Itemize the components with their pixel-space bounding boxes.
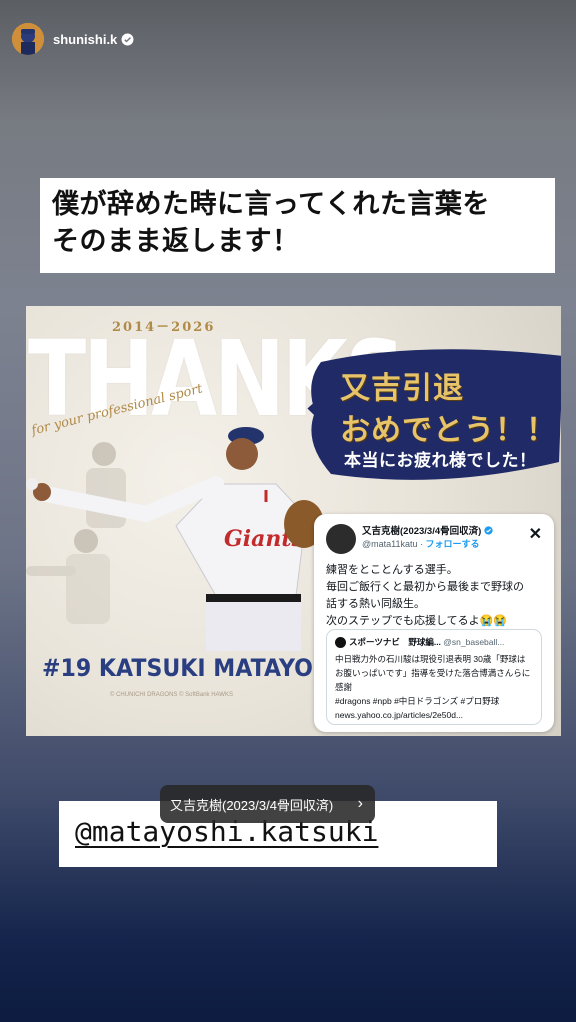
avatar-icon bbox=[12, 23, 44, 55]
tweet-follow-link: フォローする bbox=[425, 539, 480, 549]
quoted-tweet: スポーツナビ 野球編... @sn_baseball... 中日戦力外の石川駿は… bbox=[326, 629, 542, 725]
profile-link-label[interactable]: 又吉克樹(2023/3/4骨回収済) bbox=[170, 795, 333, 814]
quoted-tweet-author: スポーツナビ 野球編... @sn_baseball... bbox=[349, 636, 504, 648]
tweet-avatar bbox=[326, 524, 356, 554]
caption-text-box: 僕が辞めた時に言ってくれた言葉を そのまま返します！ bbox=[40, 178, 555, 273]
quoted-tweet-line: news.yahoo.co.jp/articles/2e50d... bbox=[335, 710, 464, 720]
story-view: shunishi.k 僕が辞めた時に言ってくれた言葉を そのまま返します！ 20… bbox=[0, 0, 576, 1022]
tweet-author-name: 又吉克樹(2023/3/4骨回収済) bbox=[362, 523, 493, 537]
verified-badge-icon bbox=[121, 33, 134, 45]
player-name: #19 KATSUKI MATAYOSHI bbox=[42, 654, 356, 682]
profile-link-tooltip[interactable]: 又吉克樹(2023/3/4骨回収済) › bbox=[160, 785, 375, 823]
quoted-tweet-name: スポーツナビ 野球編... bbox=[349, 637, 441, 647]
avatar[interactable] bbox=[12, 23, 44, 55]
quoted-tweet-line: 感謝 bbox=[335, 682, 353, 692]
username[interactable]: shunishi.k bbox=[53, 32, 117, 47]
quoted-tweet-handle: @sn_baseball... bbox=[443, 637, 505, 647]
tweet-body-line: 練習をとことんする選手。 bbox=[326, 564, 458, 576]
x-logo-icon: ✕ bbox=[528, 526, 542, 543]
quoted-tweet-line: #dragons #npb #中日ドラゴンズ #プロ野球 bbox=[335, 696, 500, 706]
thanks-message: 本当にお疲れ様でした！ bbox=[344, 451, 537, 471]
caption-line-2: そのまま返します！ bbox=[52, 226, 300, 257]
tweet-body-line: 毎回ご飯行くと最初から最後まで野球の bbox=[326, 581, 524, 593]
retirement-graphic: 2014－2026 THANKS for your professional s… bbox=[26, 306, 561, 736]
caption-line-1: 僕が辞めた時に言ってくれた言葉を bbox=[52, 189, 490, 220]
tweet-author-name-text: 又吉克樹(2023/3/4骨回収済) bbox=[362, 526, 482, 537]
player-photo: Giants bbox=[26, 427, 324, 651]
quoted-tweet-body: 中日戦力外の石川駿は現役引退表明 30歳「野球は お腹いっぱいです」指導を受けた… bbox=[335, 652, 530, 722]
quoted-tweet-avatar bbox=[335, 637, 346, 648]
embedded-tweet: 又吉克樹(2023/3/4骨回収済) @mata11katu · フォローする … bbox=[314, 514, 554, 732]
tweet-body: 練習をとことんする選手。 毎回ご飯行くと最初から最後まで野球の 話する熱い同級生… bbox=[326, 562, 524, 630]
story-header: shunishi.k bbox=[12, 22, 134, 56]
congrats-heading: 又吉引退 おめでとう！！ bbox=[340, 368, 557, 452]
quoted-tweet-line: お腹いっぱいです」指導を受けた落合博満さんらに bbox=[335, 668, 531, 678]
chevron-right-icon: › bbox=[357, 795, 363, 812]
tweet-body-line: 話する熱い同級生。 bbox=[326, 598, 425, 610]
tweet-handle-row: @mata11katu · フォローする bbox=[362, 539, 480, 549]
photo-credits: © CHUNICHI DRAGONS © SoftBank HAWKS bbox=[110, 692, 233, 698]
congrats-line-1: 又吉引退 bbox=[340, 371, 464, 406]
tweet-verified-icon bbox=[484, 526, 493, 535]
quoted-tweet-line: 中日戦力外の石川駿は現役引退表明 30歳「野球は bbox=[335, 654, 526, 664]
tweet-handle: @mata11katu bbox=[362, 539, 418, 549]
tweet-body-line: 次のステップでも応援してるよ😭😭 bbox=[326, 615, 508, 627]
